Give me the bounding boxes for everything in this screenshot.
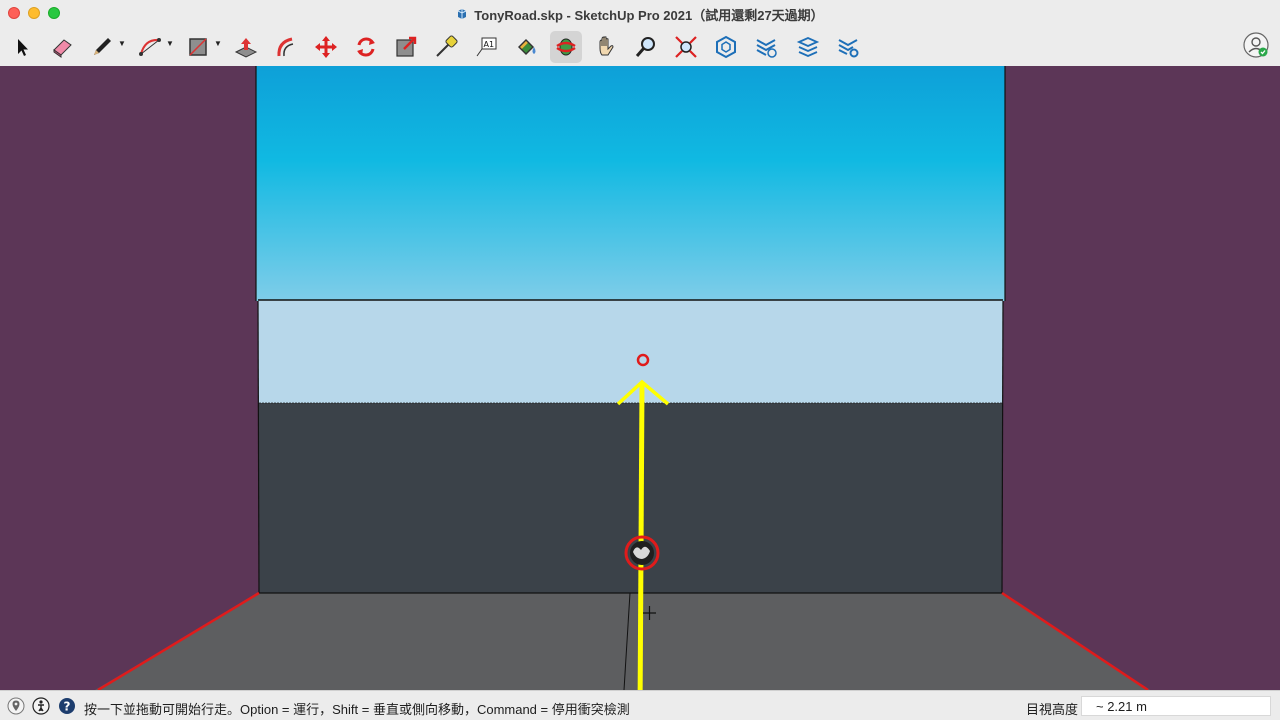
layout-send-button[interactable]	[792, 31, 824, 63]
extension-warehouse-icon	[756, 39, 777, 58]
rotate-icon	[357, 37, 375, 57]
scene-canvas[interactable]	[0, 66, 1280, 690]
line-tool[interactable]	[86, 31, 118, 63]
help-icon[interactable]: ?	[58, 697, 76, 715]
offset-tool[interactable]	[270, 31, 302, 63]
status-bar: ? 按一下並拖動可開始行走。Option = 運行，Shift = 垂直或側向移…	[0, 690, 1280, 720]
extension-manager-icon	[838, 39, 859, 58]
select-tool[interactable]	[6, 31, 38, 63]
sketchup-window: TonyRoad.skp - SketchUp Pro 2021（試用還剩27天…	[0, 0, 1280, 720]
window-title: TonyRoad.skp - SketchUp Pro 2021（試用還剩27天…	[474, 7, 824, 23]
zoom-extents-tool[interactable]	[670, 31, 702, 63]
skp-file-icon	[458, 9, 467, 19]
3d-warehouse-button[interactable]	[710, 31, 742, 63]
zoom-extents-icon	[675, 36, 697, 58]
extension-manager-button[interactable]	[832, 31, 864, 63]
maximize-window-button[interactable]	[48, 7, 60, 19]
paint-bucket-icon	[518, 39, 536, 55]
measurement-input[interactable]: ~ 2.21 m	[1081, 696, 1271, 716]
magnifier-icon	[635, 37, 655, 57]
push-pull-icon	[234, 38, 258, 58]
credits-icon[interactable]	[32, 697, 50, 715]
pencil-icon	[94, 38, 111, 55]
arc-tool-dropdown-caret[interactable]: ▼	[166, 39, 174, 48]
tape-measure-tool[interactable]	[430, 31, 462, 63]
user-account-icon[interactable]	[1242, 31, 1270, 59]
ground-plane	[95, 593, 1150, 690]
arc-tool[interactable]	[134, 31, 166, 63]
warehouse-icon	[716, 35, 736, 59]
select-arrow-icon	[18, 39, 28, 56]
measurement-label: 目視高度	[1026, 702, 1079, 717]
paint-bucket-tool[interactable]	[510, 31, 542, 63]
layout-send-icon	[796, 37, 820, 57]
push-pull-tool[interactable]	[230, 31, 262, 63]
shape-tool-dropdown-caret[interactable]: ▼	[214, 39, 222, 48]
line-tool-dropdown-caret[interactable]: ▼	[118, 39, 126, 48]
scale-icon	[396, 36, 417, 57]
move-icon	[315, 36, 337, 58]
hand-icon	[599, 36, 614, 56]
window-controls	[8, 7, 60, 19]
extension-warehouse-button[interactable]	[750, 31, 782, 63]
close-window-button[interactable]	[8, 7, 20, 19]
move-tool[interactable]	[310, 31, 342, 63]
text-label-icon: A1	[476, 37, 497, 57]
status-instruction-text: 按一下並拖動可開始行走。Option = 運行，Shift = 垂直或側向移動，…	[84, 702, 630, 717]
svg-text:?: ?	[64, 700, 71, 714]
zoom-tool[interactable]	[630, 31, 662, 63]
geolocation-icon[interactable]	[7, 697, 25, 715]
model-viewport[interactable]	[0, 66, 1280, 690]
main-toolbar: ▼ ▼ ▼ A1	[0, 28, 1280, 66]
text-tool[interactable]: A1	[470, 31, 502, 63]
tape-measure-icon	[436, 35, 458, 57]
arc-icon	[139, 38, 161, 56]
orbit-tool[interactable]	[550, 31, 582, 63]
eraser-tool[interactable]	[46, 31, 78, 63]
minimize-window-button[interactable]	[28, 7, 40, 19]
shape-tool[interactable]	[182, 31, 214, 63]
title-bar: TonyRoad.skp - SketchUp Pro 2021（試用還剩27天…	[0, 0, 1280, 28]
orbit-icon	[556, 38, 576, 56]
offset-icon	[277, 37, 294, 57]
scale-tool[interactable]	[390, 31, 422, 63]
horizon-band	[258, 300, 1003, 403]
eraser-icon	[53, 39, 72, 58]
walk-cursor-icon	[624, 535, 660, 571]
rectangle-icon	[189, 38, 207, 56]
pan-tool[interactable]	[590, 31, 622, 63]
svg-text:A1: A1	[484, 40, 495, 49]
sky	[256, 66, 1005, 301]
rotate-tool[interactable]	[350, 31, 382, 63]
